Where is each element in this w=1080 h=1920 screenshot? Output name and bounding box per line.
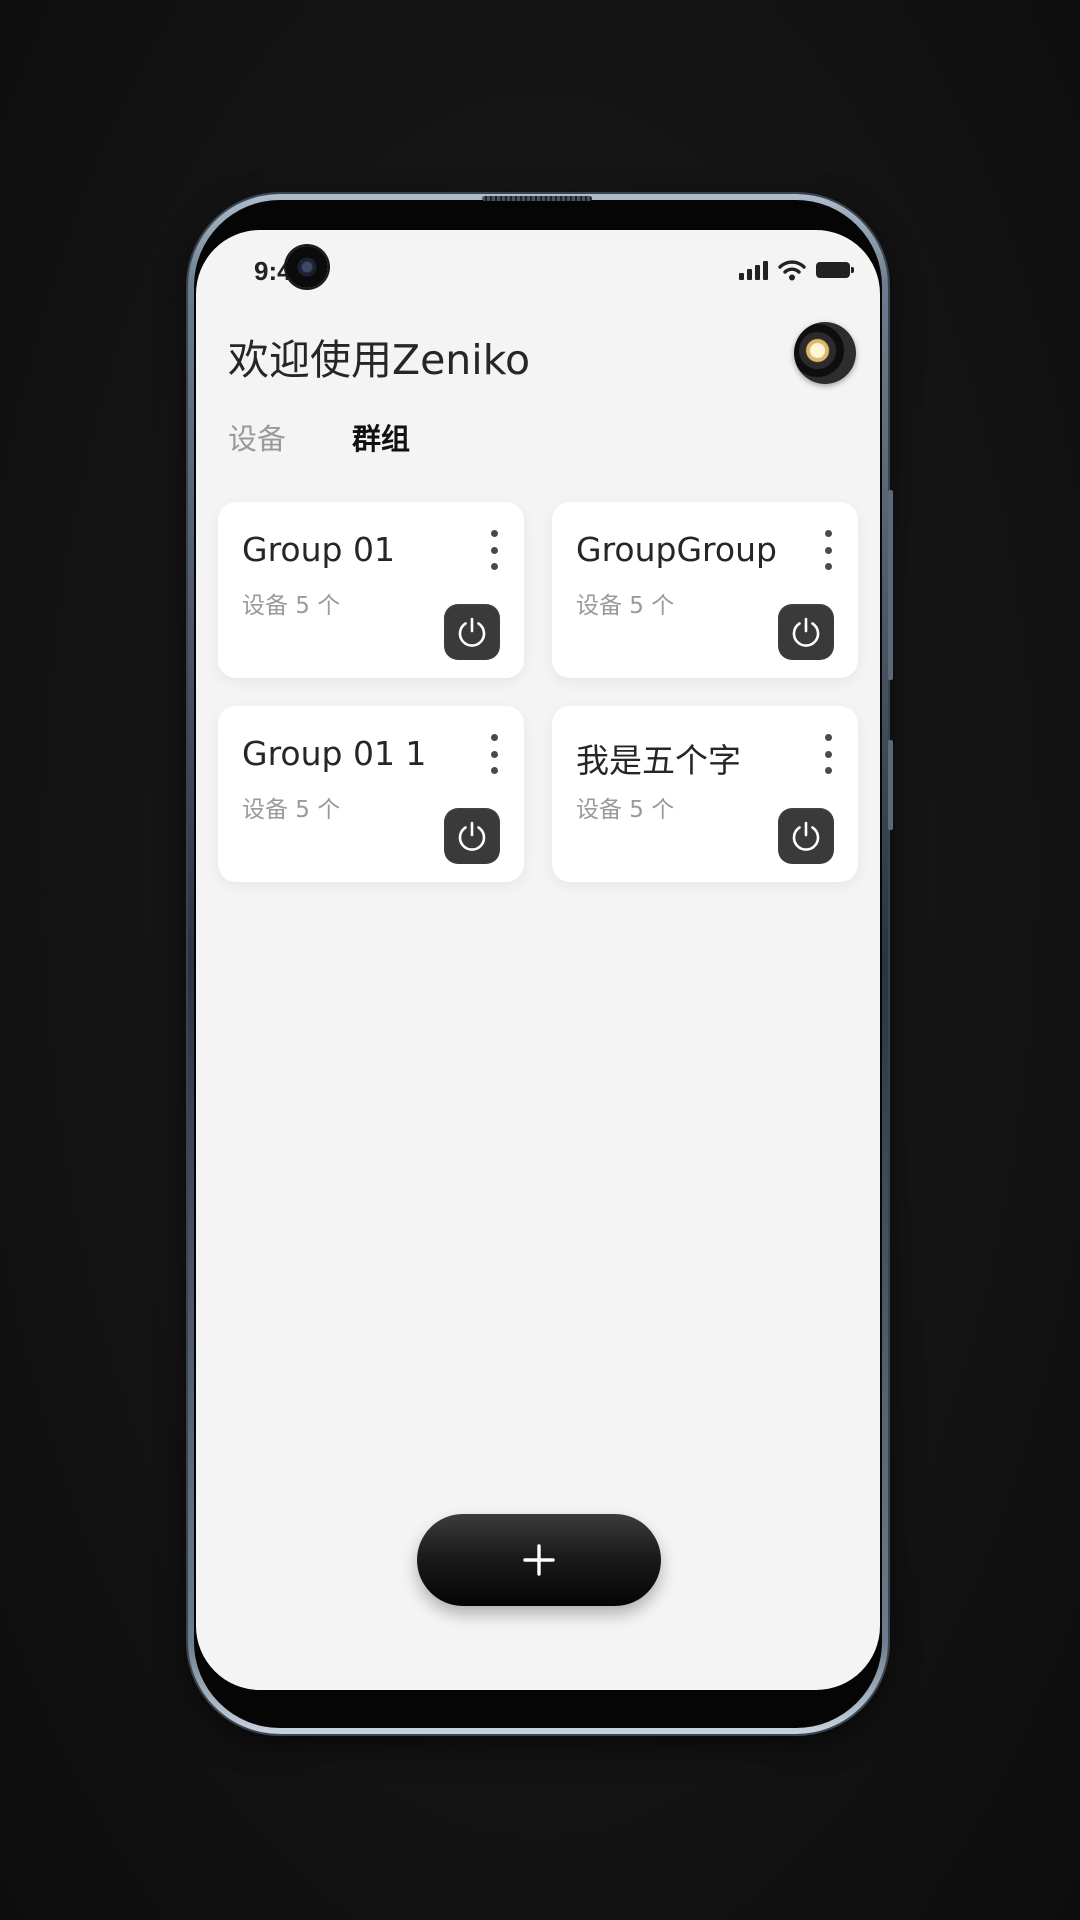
front-camera [286, 246, 328, 288]
more-vertical-icon[interactable] [482, 734, 506, 774]
power-icon [458, 821, 486, 851]
battery-icon [816, 262, 854, 278]
group-device-count: 设备 5 个 [242, 797, 341, 823]
group-card[interactable]: 我是五个字 设备 5 个 [552, 706, 858, 882]
power-button[interactable] [444, 604, 500, 660]
tab-devices[interactable]: 设备 [228, 416, 286, 458]
group-grid: Group 01 设备 5 个 GroupGroup 设备 5 个 Group … [218, 502, 858, 882]
more-vertical-icon[interactable] [816, 530, 840, 570]
page-title: 欢迎使用Zeniko [228, 336, 531, 384]
more-vertical-icon[interactable] [816, 734, 840, 774]
group-card[interactable]: Group 01 1 设备 5 个 [218, 706, 524, 882]
side-button-lower [888, 740, 893, 830]
group-name: Group 01 1 [242, 734, 427, 773]
power-button[interactable] [778, 604, 834, 660]
group-card[interactable]: GroupGroup 设备 5 个 [552, 502, 858, 678]
power-icon [792, 617, 820, 647]
group-device-count: 设备 5 个 [576, 797, 675, 823]
group-name: Group 01 [242, 530, 395, 569]
plus-icon [523, 1544, 555, 1576]
tab-groups[interactable]: 群组 [352, 416, 410, 458]
power-icon [792, 821, 820, 851]
group-card[interactable]: Group 01 设备 5 个 [218, 502, 524, 678]
wifi-icon [778, 260, 806, 281]
speaker-grille [482, 196, 592, 201]
side-button-upper [888, 490, 893, 680]
more-vertical-icon[interactable] [482, 530, 506, 570]
group-device-count: 设备 5 个 [576, 593, 675, 619]
app-screen: 9:4 欢迎使用Zeniko 设备 群组 Group 01 设备 5 个 Gro… [196, 230, 880, 1690]
group-device-count: 设备 5 个 [242, 593, 341, 619]
add-group-button[interactable] [417, 1514, 661, 1606]
avatar[interactable] [794, 322, 856, 384]
power-icon [458, 617, 486, 647]
group-name: 我是五个字 [576, 741, 741, 780]
group-name: GroupGroup [576, 530, 777, 569]
power-button[interactable] [778, 808, 834, 864]
power-button[interactable] [444, 808, 500, 864]
status-icons [739, 258, 854, 282]
signal-icon [739, 260, 768, 280]
tab-bar: 设备 群组 [228, 416, 410, 458]
